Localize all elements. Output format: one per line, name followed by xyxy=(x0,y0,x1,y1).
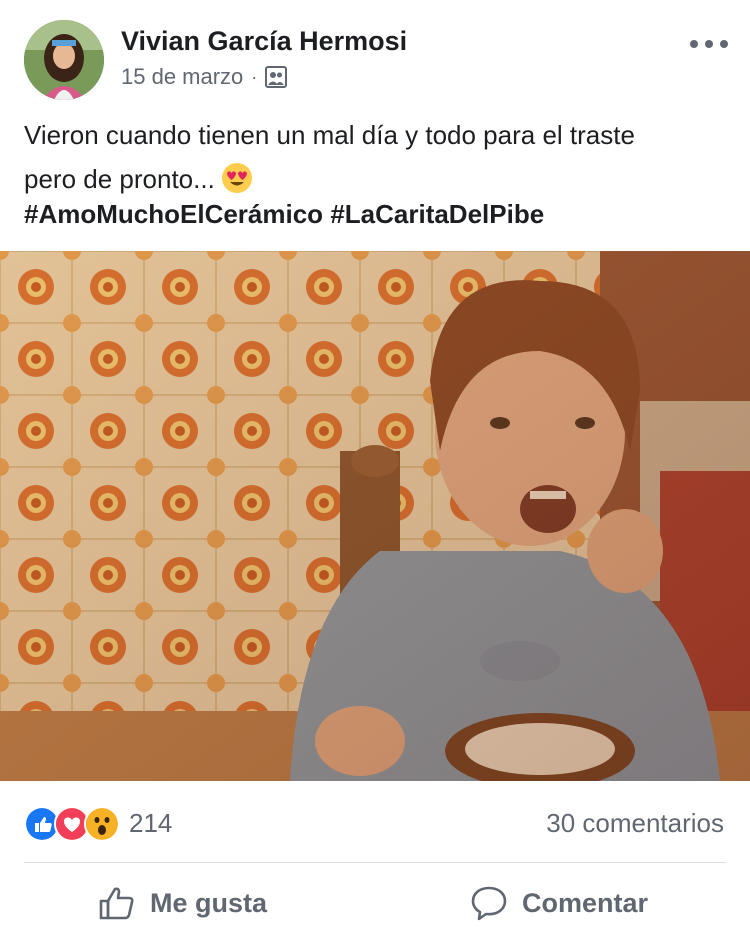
avatar-image xyxy=(24,20,104,100)
photo-image xyxy=(0,251,750,781)
post-text-line-1: Vieron cuando tienen un mal día y todo p… xyxy=(24,120,635,150)
like-label: Me gusta xyxy=(150,887,268,918)
hashtag-link[interactable]: #LaCaritaDelPibe xyxy=(330,199,544,229)
wow-icon xyxy=(84,806,120,842)
dot-icon xyxy=(705,40,713,48)
post-header: Vivian García Hermosi 15 de marzo · xyxy=(0,0,750,110)
thumbs-up-icon xyxy=(99,887,134,920)
post-date[interactable]: 15 de marzo xyxy=(121,64,243,90)
meta-separator: · xyxy=(251,66,258,87)
author-name[interactable]: Vivian García Hermosi xyxy=(121,26,407,57)
post-text-line-2-text: pero de pronto... xyxy=(24,164,215,194)
post-photo[interactable] xyxy=(0,251,750,781)
reaction-count[interactable]: 214 xyxy=(129,808,172,839)
comment-button[interactable]: Comentar xyxy=(470,880,648,926)
reaction-icons[interactable] xyxy=(24,806,120,842)
comment-icon xyxy=(471,886,507,921)
like-button[interactable]: Me gusta xyxy=(98,880,267,926)
reactions-bar: 214 30 comentarios xyxy=(0,800,750,848)
hashtag-link[interactable]: #AmoMuchoElCerámico xyxy=(24,199,323,229)
heart-eyes-emoji-icon xyxy=(221,163,252,193)
friends-icon[interactable] xyxy=(265,66,288,88)
comments-count[interactable]: 30 comentarios xyxy=(546,808,724,839)
comment-label: Comentar xyxy=(522,887,649,918)
hashtags: #AmoMuchoElCerámico #LaCaritaDelPibe xyxy=(24,194,544,234)
avatar[interactable] xyxy=(24,20,104,100)
dot-icon xyxy=(690,40,698,48)
divider xyxy=(24,862,726,863)
post-meta: 15 de marzo · xyxy=(121,64,288,90)
post-text: Vieron cuando tienen un mal día y todo p… xyxy=(24,113,724,201)
more-options-button[interactable] xyxy=(690,32,728,56)
dot-icon xyxy=(720,40,728,48)
